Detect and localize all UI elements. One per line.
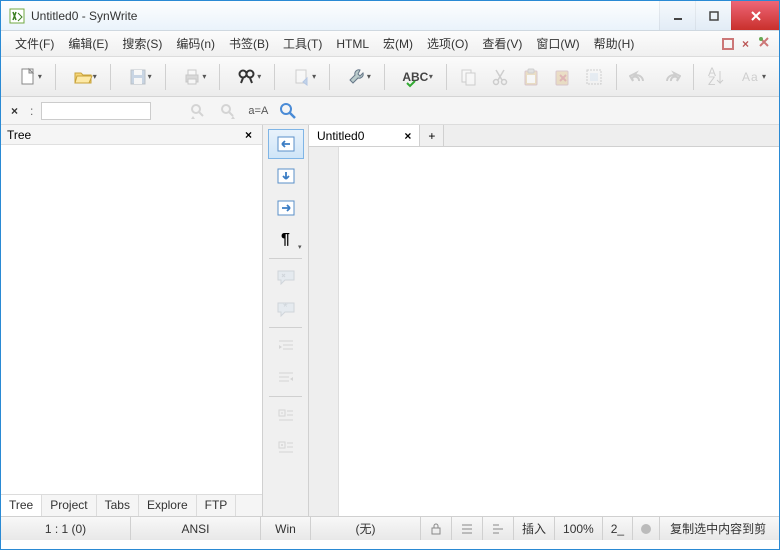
main-toolbar: ▾ ▾ ▾ ▾ ▾ ▾ ▾ ABC▾ AZ Aa▾ xyxy=(1,57,779,97)
window-title: Untitled0 - SynWrite xyxy=(31,9,137,23)
panel-tabs: Tree Project Tabs Explore FTP xyxy=(1,494,262,516)
cut-button[interactable] xyxy=(488,63,513,91)
editor-tab-label: Untitled0 xyxy=(317,129,364,143)
search-toolbar: × : a=A xyxy=(1,97,779,125)
spellcheck-button[interactable]: ABC▾ xyxy=(395,63,436,91)
main-area: Tree × Tree Project Tabs Explore FTP ¶▾ … xyxy=(1,125,779,516)
menu-html[interactable]: HTML xyxy=(330,34,375,54)
find-prev-button[interactable] xyxy=(187,100,209,122)
minimize-button[interactable] xyxy=(659,1,695,30)
open-file-button[interactable]: ▾ xyxy=(66,63,100,91)
editor-area: Untitled0 × + xyxy=(309,125,779,516)
panel-title: Tree xyxy=(7,128,241,142)
status-encoding[interactable]: ANSI xyxy=(131,517,261,540)
menu-options[interactable]: 选项(O) xyxy=(421,32,474,55)
status-zoom[interactable]: 100% xyxy=(555,517,603,540)
find-next-button[interactable] xyxy=(217,100,239,122)
undo-button[interactable] xyxy=(627,63,652,91)
menu-tools[interactable]: 工具(T) xyxy=(277,32,328,55)
wrap-down-button[interactable] xyxy=(268,161,304,191)
svg-text:*: * xyxy=(283,301,288,314)
editor-tab-close[interactable]: × xyxy=(404,129,411,143)
nonprint-button[interactable]: ¶▾ xyxy=(268,225,304,255)
side-panel: Tree × Tree Project Tabs Explore FTP xyxy=(1,125,263,516)
status-lineend[interactable]: Win xyxy=(261,517,311,540)
editor-body xyxy=(309,147,779,516)
panel-header: Tree × xyxy=(1,125,262,145)
expand-button[interactable] xyxy=(268,432,304,462)
uncomment-button[interactable]: * xyxy=(268,294,304,324)
svg-text:Z: Z xyxy=(708,74,715,87)
status-num: 2_ xyxy=(603,517,633,540)
statusbar: 1 : 1 (0) ANSI Win (无) 插入 100% 2_ 复制选中内容… xyxy=(1,516,779,540)
app-icon xyxy=(9,8,25,24)
indent-button[interactable] xyxy=(268,331,304,361)
text-area[interactable] xyxy=(339,147,779,516)
panel-tab-tree[interactable]: Tree xyxy=(1,495,42,516)
close-button[interactable] xyxy=(731,1,779,30)
save-button[interactable]: ▾ xyxy=(121,63,155,91)
close-panel-icon[interactable]: × xyxy=(742,37,749,51)
status-position: 1 : 1 (0) xyxy=(1,517,131,540)
gutter xyxy=(309,147,339,516)
print-button[interactable]: ▾ xyxy=(175,63,209,91)
sort-button[interactable]: AZ xyxy=(704,63,729,91)
editor-tab[interactable]: Untitled0 × xyxy=(309,125,420,146)
copy-button[interactable] xyxy=(457,63,482,91)
comment-button[interactable] xyxy=(268,262,304,292)
menu-macro[interactable]: 宏(M) xyxy=(377,32,419,55)
collapse-button[interactable] xyxy=(268,400,304,430)
lock-icon[interactable] xyxy=(421,517,452,540)
menu-encoding[interactable]: 编码(n) xyxy=(170,32,221,55)
panel-tab-tabs[interactable]: Tabs xyxy=(97,495,139,516)
titlebar: Untitled0 - SynWrite xyxy=(1,1,779,31)
maximize-button[interactable] xyxy=(695,1,731,30)
tree-body[interactable] xyxy=(1,145,262,494)
status-dot xyxy=(633,517,660,540)
menu-bookmark[interactable]: 书签(B) xyxy=(223,32,275,55)
menu-file[interactable]: 文件(F) xyxy=(9,32,60,55)
panel-close-button[interactable]: × xyxy=(241,128,256,142)
selmode-icon[interactable] xyxy=(483,517,514,540)
tools-button[interactable]: ▾ xyxy=(340,63,374,91)
vertical-toolbar: ¶▾ * xyxy=(263,125,309,516)
menu-window[interactable]: 窗口(W) xyxy=(530,32,585,55)
record-icon xyxy=(641,524,651,534)
panel-tab-explore[interactable]: Explore xyxy=(139,495,197,516)
find-button[interactable]: ▾ xyxy=(230,63,264,91)
fullscreen-icon[interactable] xyxy=(722,38,734,50)
case-button[interactable]: Aa▾ xyxy=(735,63,769,91)
wrap-left-button[interactable] xyxy=(268,129,304,159)
wrap-icon[interactable] xyxy=(452,517,483,540)
new-file-button[interactable]: ▾ xyxy=(11,63,45,91)
goto-button[interactable]: ▾ xyxy=(285,63,319,91)
menu-search[interactable]: 搜索(S) xyxy=(116,32,168,55)
svg-text:a: a xyxy=(751,70,758,84)
status-insert[interactable]: 插入 xyxy=(514,517,555,540)
wrap-right-button[interactable] xyxy=(268,193,304,223)
menu-edit[interactable]: 编辑(E) xyxy=(62,32,114,55)
svg-text:A: A xyxy=(742,70,750,84)
redo-button[interactable] xyxy=(658,63,683,91)
unindent-button[interactable] xyxy=(268,363,304,393)
menu-view[interactable]: 查看(V) xyxy=(476,32,528,55)
delete-button[interactable] xyxy=(550,63,575,91)
toggle-icon[interactable] xyxy=(757,35,771,52)
find-all-button[interactable] xyxy=(277,100,299,122)
panel-tab-ftp[interactable]: FTP xyxy=(197,495,237,516)
search-input[interactable] xyxy=(41,102,151,120)
select-all-button[interactable] xyxy=(581,63,606,91)
panel-tab-project[interactable]: Project xyxy=(42,495,96,516)
search-close-button[interactable]: × xyxy=(7,104,22,118)
status-message: 复制选中内容到剪 xyxy=(660,517,779,540)
menu-help[interactable]: 帮助(H) xyxy=(588,32,641,55)
match-case-button[interactable]: a=A xyxy=(247,100,269,122)
status-syntax[interactable]: (无) xyxy=(311,517,421,540)
menubar: 文件(F) 编辑(E) 搜索(S) 编码(n) 书签(B) 工具(T) HTML… xyxy=(1,31,779,57)
window-controls xyxy=(659,1,779,30)
editor-tabbar: Untitled0 × + xyxy=(309,125,779,147)
new-tab-button[interactable]: + xyxy=(420,125,444,146)
paste-button[interactable] xyxy=(519,63,544,91)
